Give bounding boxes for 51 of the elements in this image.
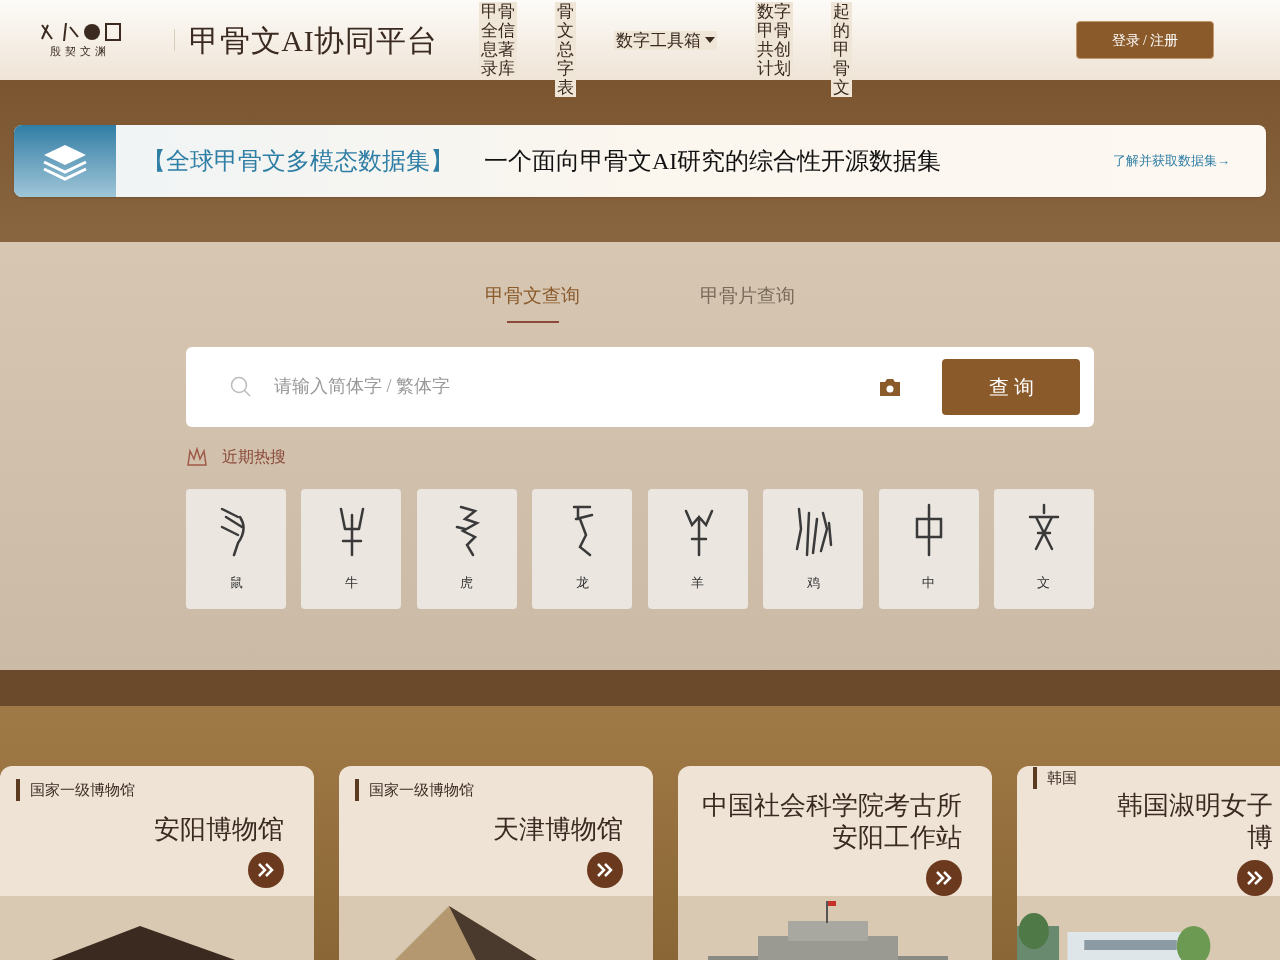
nav-link[interactable]: 起 的 甲 骨 文 (831, 2, 853, 97)
museum-tag: 国家一级博物馆 (16, 778, 135, 802)
double-chevron-icon (257, 863, 275, 877)
dataset-link[interactable]: 了解并获取数据集→ (1113, 151, 1230, 171)
nav-link[interactable]: 数字 甲骨 共创 计划 (755, 2, 794, 78)
character-card[interactable]: 文 (993, 488, 1094, 609)
museum-tag: 国家一级博物馆 (355, 778, 474, 802)
museum-name: 安阳博物馆 (154, 814, 284, 846)
hot-search-label: 近期热搜 (222, 446, 286, 467)
banner-headline: 一个面向甲骨文AI研究的综合性开源数据集 (484, 147, 942, 176)
flame-icon (186, 446, 208, 467)
museum-name: 韩国淑明女子 (1117, 790, 1273, 822)
museum-card[interactable]: 韩国 韩国淑明女子 博 (1017, 766, 1280, 960)
museum-card[interactable]: 国家一级博物馆 安阳博物馆 (0, 766, 314, 960)
double-chevron-icon (1246, 871, 1264, 885)
museum-name: 博 (1247, 822, 1273, 854)
search-button[interactable]: 查 询 (942, 358, 1080, 415)
logo-caption: 殷契文渊 (50, 43, 110, 59)
museum-tag: 韩国 (1033, 766, 1077, 790)
banner-tag: 【全球甲骨文多模态数据集】 (142, 143, 454, 179)
character-card[interactable]: 鼠 (186, 488, 286, 609)
forward-button[interactable] (587, 852, 623, 888)
museum-card[interactable]: 国家一级博物馆 天津博物馆 (339, 766, 653, 960)
search-bar[interactable]: 请输入简体字 / 繁体字 查 询 (186, 346, 1094, 427)
museum-name: 中国社会科学院考古所 (702, 790, 962, 822)
character-card[interactable]: 牛 (301, 488, 402, 609)
museum-card[interactable]: 中国社会科学院考古所 安阳工作站 (678, 766, 992, 960)
character-card[interactable]: 中 (878, 488, 979, 609)
double-chevron-icon (935, 871, 953, 885)
logo[interactable]: 殷契文渊 (38, 20, 122, 60)
camera-icon[interactable] (878, 376, 902, 397)
museum-name: 天津博物馆 (493, 814, 623, 846)
layers-icon (14, 125, 116, 197)
forward-button[interactable] (1237, 860, 1273, 896)
character-card[interactable]: 龙 (532, 488, 633, 609)
forward-button[interactable] (926, 860, 962, 896)
site-title: 甲骨文AI协同平台 (189, 22, 438, 59)
character-card[interactable]: 鸡 (763, 488, 864, 609)
logo-icon (38, 20, 122, 43)
login-button[interactable]: 登录 / 注册 (1076, 21, 1214, 59)
character-card[interactable]: 羊 (647, 488, 748, 609)
search-input[interactable]: 请输入简体字 / 繁体字 (274, 373, 838, 400)
search-icon (230, 375, 252, 398)
museum-name: 安阳工作站 (832, 822, 962, 854)
nav-link[interactable]: 骨 文 总 字 表 (555, 2, 577, 97)
nav-link[interactable]: 甲骨 全信 息著 录库 (479, 2, 518, 78)
character-card[interactable]: 虎 (416, 488, 517, 609)
forward-button[interactable] (248, 852, 284, 888)
double-chevron-icon (596, 863, 614, 877)
nav-link[interactable]: 数字工具箱 (614, 30, 718, 50)
dataset-banner[interactable]: 【全球甲骨文多模态数据集】 一个面向甲骨文AI研究的综合性开源数据集 了解并获取数据集→ (14, 125, 1266, 197)
